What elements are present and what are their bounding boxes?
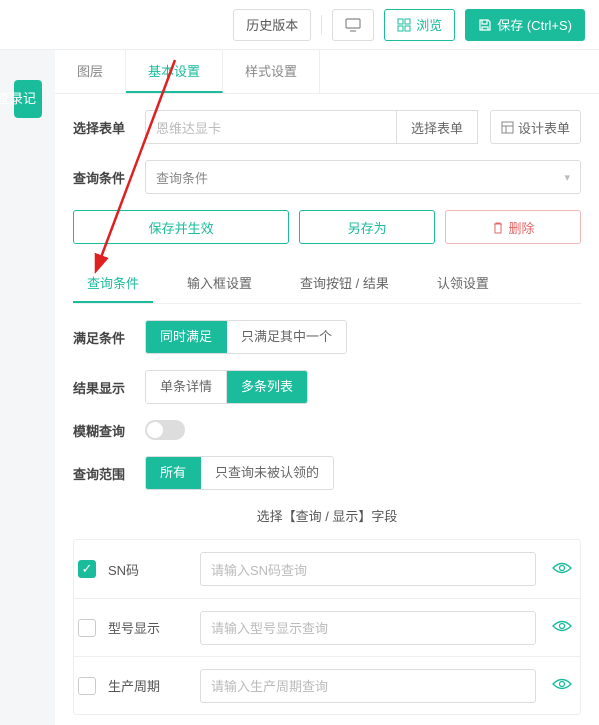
fields-list: ✓ SN码 请输入SN码查询 型号显示 请输入型号显示查询 生产周期 请输入生产… xyxy=(73,539,581,715)
visibility-toggle[interactable] xyxy=(548,617,576,638)
subtab-claim-settings[interactable]: 认领设置 xyxy=(423,264,503,303)
satisfy-segment: 同时满足 只满足其中一个 xyxy=(145,320,347,354)
visibility-toggle[interactable] xyxy=(548,675,576,696)
scope-all[interactable]: 所有 xyxy=(146,457,200,489)
field-row: 型号显示 请输入型号显示查询 xyxy=(74,598,580,656)
field-placeholder-input[interactable]: 请输入生产周期查询 xyxy=(200,669,536,703)
scope-label: 查询范围 xyxy=(73,464,133,483)
field-row: ✓ SN码 请输入SN码查询 xyxy=(74,540,580,598)
form-select-label: 选择表单 xyxy=(73,118,133,137)
satisfy-all[interactable]: 同时满足 xyxy=(146,321,226,353)
design-form-label: 设计表单 xyxy=(518,118,570,137)
satisfy-label: 满足条件 xyxy=(73,328,133,347)
top-toolbar: 历史版本 浏览 保存 (Ctrl+S) xyxy=(0,0,599,50)
fuzzy-toggle[interactable] xyxy=(145,420,185,440)
save-apply-button[interactable]: 保存并生效 xyxy=(73,210,289,244)
design-icon xyxy=(501,121,514,134)
save-button[interactable]: 保存 (Ctrl+S) xyxy=(465,9,585,41)
query-cond-label: 查询条件 xyxy=(73,168,133,187)
divider xyxy=(321,15,322,35)
grid-icon xyxy=(397,18,411,32)
field-placeholder-input[interactable]: 请输入型号显示查询 xyxy=(200,611,536,645)
tab-layers[interactable]: 图层 xyxy=(55,50,126,93)
select-form-button[interactable]: 选择表单 xyxy=(397,110,478,144)
query-cond-select[interactable]: 查询条件 ▾ xyxy=(145,160,581,194)
eye-icon xyxy=(552,561,572,575)
visibility-toggle[interactable] xyxy=(548,559,576,580)
main-panel: 图层 基本设置 样式设置 选择表单 恩维达显卡 选择表单 设计表单 查询条件 查… xyxy=(55,50,599,725)
scope-unclaimed[interactable]: 只查询未被认领的 xyxy=(200,457,333,489)
delete-label: 删除 xyxy=(509,218,535,237)
save-icon xyxy=(478,18,492,32)
field-checkbox[interactable] xyxy=(78,619,96,637)
sub-tabs: 查询条件 输入框设置 查询按钮 / 结果 认领设置 xyxy=(73,264,581,304)
field-checkbox[interactable] xyxy=(78,677,96,695)
fuzzy-label: 模糊查询 xyxy=(73,421,133,440)
delete-button[interactable]: 删除 xyxy=(445,210,581,244)
fields-title: 选择【查询 / 显示】字段 xyxy=(73,506,581,525)
monitor-icon xyxy=(345,18,361,32)
preview-button[interactable]: 浏览 xyxy=(384,9,455,41)
chevron-down-icon: ▾ xyxy=(564,171,570,184)
tab-basic-settings[interactable]: 基本设置 xyxy=(126,50,223,93)
result-segment: 单条详情 多条列表 xyxy=(145,370,308,404)
field-name: SN码 xyxy=(108,560,188,579)
side-tab-record-query[interactable]: 记 录 查 询 xyxy=(14,80,42,118)
device-button[interactable] xyxy=(332,9,374,41)
action-row: 保存并生效 另存为 删除 xyxy=(73,210,581,244)
result-label: 结果显示 xyxy=(73,378,133,397)
trash-icon xyxy=(492,221,504,234)
history-button[interactable]: 历史版本 xyxy=(233,9,311,41)
main-tabs: 图层 基本设置 样式设置 xyxy=(55,50,599,94)
field-name: 型号显示 xyxy=(108,618,188,637)
result-multi[interactable]: 多条列表 xyxy=(226,371,307,403)
subtab-input-settings[interactable]: 输入框设置 xyxy=(173,264,266,303)
preview-label: 浏览 xyxy=(416,15,442,34)
field-placeholder-input[interactable]: 请输入SN码查询 xyxy=(200,552,536,586)
eye-icon xyxy=(552,677,572,691)
form-name-input[interactable]: 恩维达显卡 xyxy=(145,110,397,144)
save-label: 保存 (Ctrl+S) xyxy=(497,15,572,34)
form-section: 选择表单 恩维达显卡 选择表单 设计表单 查询条件 查询条件 ▾ 保存并生效 另… xyxy=(55,94,599,264)
subtab-query-condition[interactable]: 查询条件 xyxy=(73,264,153,303)
field-name: 生产周期 xyxy=(108,676,188,695)
scope-segment: 所有 只查询未被认领的 xyxy=(145,456,334,490)
subtab-query-button-result[interactable]: 查询按钮 / 结果 xyxy=(286,264,403,303)
field-checkbox[interactable]: ✓ xyxy=(78,560,96,578)
field-row: 生产周期 请输入生产周期查询 xyxy=(74,656,580,714)
query-settings: 满足条件 同时满足 只满足其中一个 结果显示 单条详情 多条列表 模糊查询 查询… xyxy=(55,304,599,725)
save-as-button[interactable]: 另存为 xyxy=(299,210,435,244)
satisfy-any[interactable]: 只满足其中一个 xyxy=(226,321,346,353)
query-cond-value: 查询条件 xyxy=(156,168,208,187)
eye-icon xyxy=(552,619,572,633)
result-single[interactable]: 单条详情 xyxy=(146,371,226,403)
design-form-button[interactable]: 设计表单 xyxy=(490,110,581,144)
tab-style-settings[interactable]: 样式设置 xyxy=(223,50,320,93)
